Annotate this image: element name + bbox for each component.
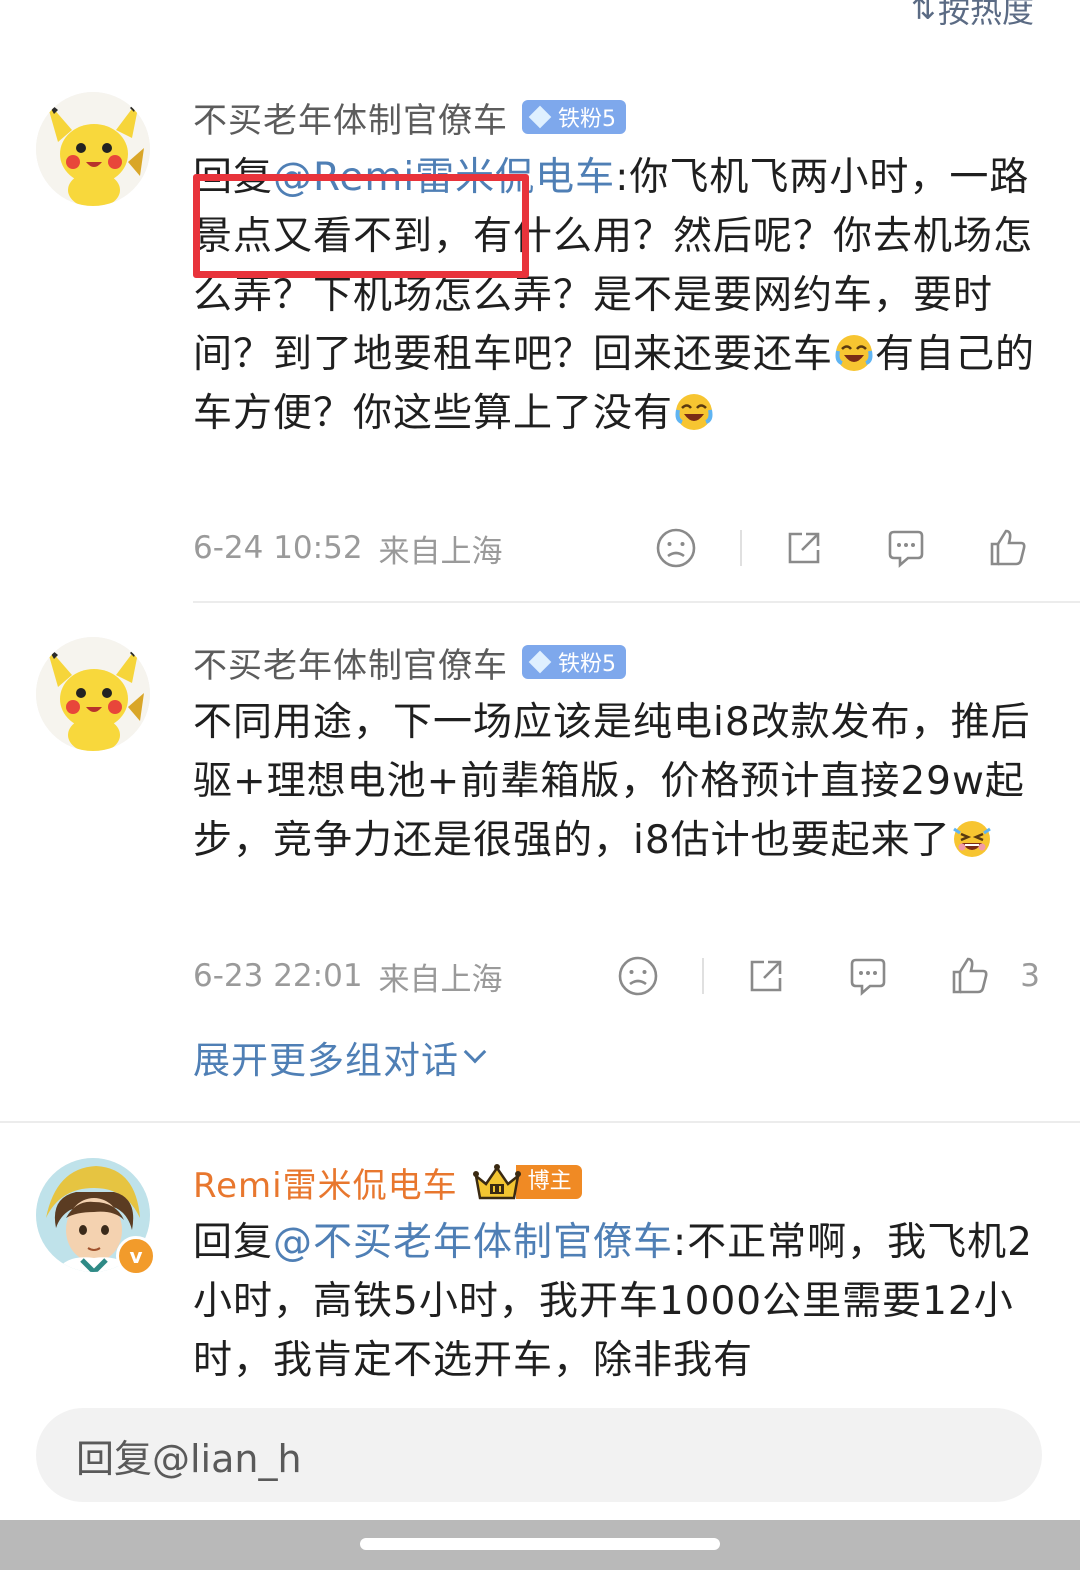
like-icon[interactable] — [986, 526, 1030, 570]
host-badge-label: 博主 — [515, 1165, 582, 1199]
like-count: 3 — [1020, 958, 1040, 994]
dislike-icon[interactable] — [616, 954, 660, 998]
share-icon[interactable] — [744, 954, 788, 998]
avatar[interactable] — [36, 92, 150, 206]
comment-meta: 6-23 22:01 来自上海 3 — [193, 954, 1050, 998]
fan-badge: 铁粉5 — [522, 100, 626, 134]
comment-time: 6-24 10:52 — [193, 530, 363, 566]
action-separator — [740, 530, 742, 566]
comment-text: 不同用途，下一场应该是纯电i8改款发布，推后驱+理想电池+前辈箱版，价格预计直接… — [193, 693, 1038, 870]
username[interactable]: 不买老年体制官僚车 — [193, 638, 508, 687]
host-badge: 博主 — [472, 1164, 582, 1200]
fan-badge: 铁粉5 — [522, 645, 626, 679]
diamond-icon — [528, 650, 552, 674]
sort-icon: ⇅ — [910, 0, 936, 27]
comment-divider — [193, 601, 1080, 603]
crown-icon — [472, 1164, 521, 1200]
reply-prefix: 回复 — [193, 155, 274, 200]
comment-location: 来自上海 — [378, 533, 503, 570]
action-separator — [702, 958, 705, 994]
home-indicator[interactable] — [360, 1538, 720, 1550]
comment-icon[interactable] — [884, 526, 928, 570]
fan-badge-label: 铁粉5 — [558, 652, 616, 677]
comment-text: 回复@不买老年体制官僚车:不正常啊，我飞机2小时，高铁5小时，我开车1000公里… — [193, 1213, 1038, 1390]
chevron-down-icon — [463, 1040, 487, 1064]
dislike-icon[interactable] — [654, 526, 698, 570]
comment-text: 回复@Remi雷米侃电车:你飞机飞两小时，一路景点又看不到，有什么用？然后呢？你… — [193, 148, 1038, 443]
comment-actions: 3 — [616, 954, 1040, 998]
comment-thread-page: ⇅ 按热度 不买老年体制官僚车 铁粉5 回复@Remi雷米侃电车:你飞机飞两小时… — [0, 0, 1080, 1570]
reply-prefix: 回复 — [193, 1220, 274, 1265]
share-icon[interactable] — [782, 526, 826, 570]
laugh-cry-emoji — [834, 333, 874, 373]
username[interactable]: Remi雷米侃电车 — [193, 1158, 458, 1207]
laugh-cry-emoji — [674, 392, 714, 432]
comment-actions — [654, 526, 1030, 570]
reply-input[interactable]: 回复@lian_h — [36, 1408, 1042, 1502]
expand-more-conversations-link[interactable]: 展开更多组对话 — [193, 1030, 487, 1084]
sort-toggle[interactable]: ⇅ 按热度 — [911, 0, 1034, 32]
comment-meta: 6-24 10:52 来自上海 — [193, 526, 1050, 570]
diamond-icon — [528, 105, 552, 129]
reply-input-placeholder: 回复@lian_h — [76, 1436, 302, 1481]
expand-link-label: 展开更多组对话 — [193, 1039, 459, 1082]
comment-body: 不同用途，下一场应该是纯电i8改款发布，推后驱+理想电池+前辈箱版，价格预计直接… — [193, 700, 1031, 863]
like-icon[interactable] — [948, 954, 992, 998]
comment-location: 来自上海 — [378, 961, 503, 998]
sort-label: 按热度 — [937, 0, 1034, 30]
thread-divider — [0, 1121, 1080, 1123]
fan-badge-label: 铁粉5 — [558, 107, 616, 132]
verified-badge: v — [116, 1236, 156, 1276]
comment-header: 不买老年体制官僚车 铁粉5 — [193, 638, 626, 687]
comment-time: 6-23 22:01 — [193, 958, 363, 994]
comment-header: 不买老年体制官僚车 铁粉5 — [193, 93, 626, 142]
comment-icon[interactable] — [846, 954, 890, 998]
username[interactable]: 不买老年体制官僚车 — [193, 93, 508, 142]
mention-link[interactable]: @Remi雷米侃电车 — [273, 155, 615, 200]
grin-sweat-emoji — [952, 819, 992, 859]
avatar[interactable] — [36, 637, 150, 751]
comment-header: Remi雷米侃电车 博主 — [193, 1158, 582, 1207]
mention-link[interactable]: @不买老年体制官僚车 — [273, 1220, 673, 1265]
